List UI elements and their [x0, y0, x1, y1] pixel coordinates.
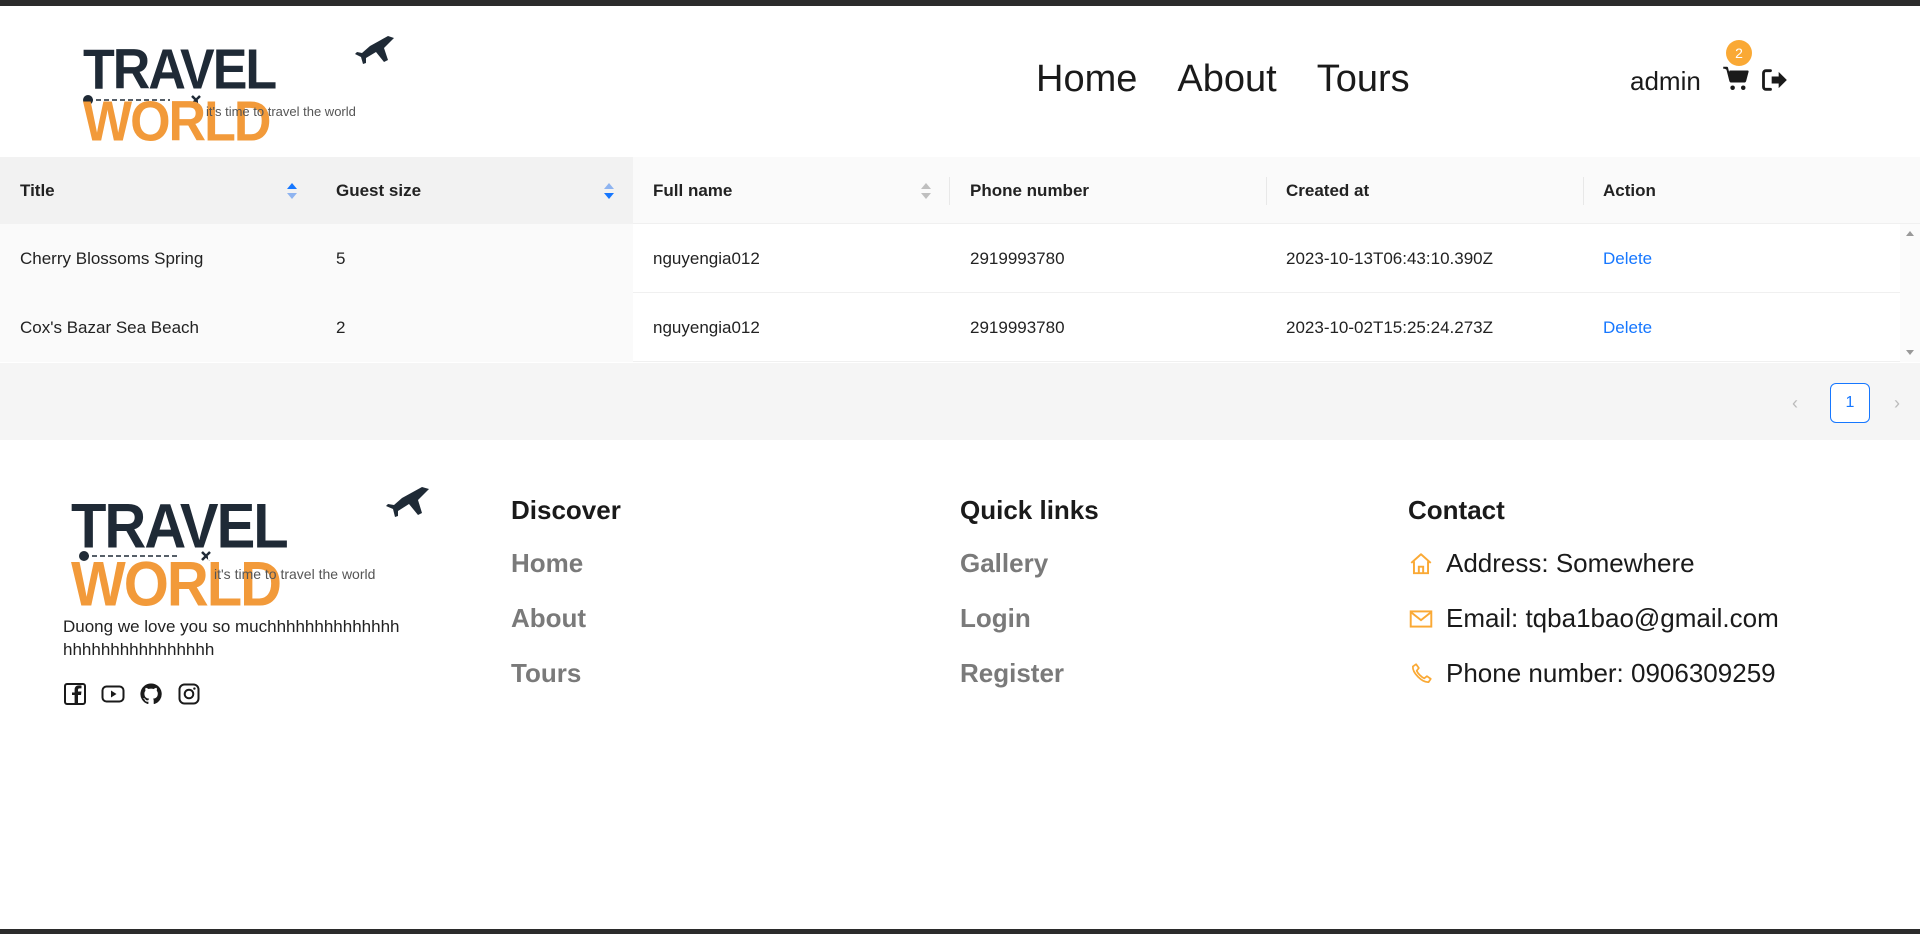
mail-icon	[1409, 609, 1433, 628]
cell-phone-number: 2919993780	[970, 248, 1065, 268]
nav-tours[interactable]: Tours	[1317, 58, 1410, 101]
contact-phone: Phone number: 0906309259	[1408, 658, 1779, 689]
site-header: TRAVELWORLD it's time to travel the worl…	[0, 6, 1920, 157]
footer-link-about[interactable]: About	[511, 603, 621, 634]
footer-link-gallery[interactable]: Gallery	[960, 548, 1099, 579]
footer-discover-title: Discover	[511, 495, 621, 525]
contact-address: Address: Somewhere	[1408, 548, 1779, 579]
cell-title: Cox's Bazar Sea Beach	[0, 293, 316, 362]
footer-link-login[interactable]: Login	[960, 603, 1099, 634]
contact-phone-text: Phone number: 0906309259	[1446, 658, 1776, 688]
footer-quick-links-section: Quick links Gallery Login Register	[960, 495, 1099, 713]
nav-home[interactable]: Home	[1036, 58, 1137, 101]
cart-icon[interactable]	[1722, 64, 1752, 94]
column-action-label: Action	[1603, 180, 1656, 200]
table-scrollbar[interactable]	[1900, 224, 1920, 362]
footer-link-tours[interactable]: Tours	[511, 658, 621, 689]
column-header-title[interactable]: Title	[0, 157, 316, 224]
cell-created-at: 2023-10-02T15:25:24.273Z	[1286, 317, 1493, 337]
footer-link-register[interactable]: Register	[960, 658, 1099, 689]
cell-guest-size: 2	[316, 293, 633, 362]
column-header-created-at: Created at	[1266, 157, 1583, 224]
scroll-arrows-icon	[1906, 231, 1914, 355]
logo-tagline: it's time to travel the world	[214, 566, 376, 582]
bookings-table: Title Guest size Full name Phone number …	[0, 157, 1920, 440]
cell-action: Delete	[1583, 293, 1900, 362]
cell-title: Cherry Blossoms Spring	[0, 224, 316, 293]
sort-icon[interactable]	[920, 181, 932, 201]
youtube-icon[interactable]	[101, 682, 125, 706]
pagination-page-1[interactable]: 1	[1830, 383, 1870, 423]
column-phone-label: Phone number	[970, 180, 1090, 200]
pagination-prev-button[interactable]: ‹	[1792, 393, 1798, 414]
instagram-icon[interactable]	[177, 682, 201, 706]
nav-about[interactable]: About	[1177, 58, 1276, 101]
pagination-next-button[interactable]: ›	[1894, 393, 1900, 414]
username-label[interactable]: admin	[1630, 66, 1701, 97]
cell-full-name: nguyengia012	[653, 317, 760, 337]
footer-link-home[interactable]: Home	[511, 548, 621, 579]
phone-icon	[1412, 662, 1432, 683]
delete-button[interactable]: Delete	[1603, 318, 1652, 338]
window-bottom-border	[0, 929, 1920, 934]
column-header-phone-number: Phone number	[950, 157, 1266, 224]
column-header-action: Action	[1583, 157, 1900, 224]
footer-logo[interactable]: TRAVELWORLD it's time to travel the worl…	[68, 478, 438, 616]
column-guest-size-label: Guest size	[336, 180, 422, 200]
cell-created-at: 2023-10-13T06:43:10.390Z	[1286, 248, 1493, 268]
cell-guest-size: 5	[316, 224, 633, 293]
logo-wordmark: TRAVELWORLD	[83, 38, 277, 154]
contact-email-text[interactable]: Email: tqba1bao@gmail.com	[1446, 603, 1779, 634]
logout-icon[interactable]	[1760, 66, 1788, 94]
table-row: Cherry Blossoms Spring 5 nguyengia012 29…	[0, 224, 1920, 293]
column-header-full-name[interactable]: Full name	[633, 157, 950, 224]
facebook-icon[interactable]	[63, 682, 87, 706]
main-nav: Home About Tours	[1036, 58, 1410, 101]
header-logo[interactable]: TRAVELWORLD it's time to travel the worl…	[80, 28, 400, 150]
footer-description: Duong we love you so muchhhhhhhhhhhhhhhh…	[63, 617, 400, 659]
cell-action: Delete	[1583, 224, 1900, 293]
table-header: Title Guest size Full name Phone number …	[0, 157, 1920, 224]
cell-full-name: nguyengia012	[653, 248, 760, 268]
site-footer: TRAVELWORLD it's time to travel the worl…	[0, 440, 1920, 929]
column-title-label: Title	[20, 180, 55, 200]
footer-contact-section: Contact Address: Somewhere Email: tqba1b…	[1408, 495, 1779, 713]
logo-tagline: it's time to travel the world	[206, 104, 356, 119]
pagination-bar: ‹ 1 ›	[0, 363, 1920, 440]
delete-button[interactable]: Delete	[1603, 249, 1652, 269]
cell-phone-number: 2919993780	[970, 317, 1065, 337]
contact-email: Email: tqba1bao@gmail.com	[1408, 603, 1779, 634]
logo-wordmark: TRAVELWORLD	[71, 491, 289, 620]
column-header-guest-size[interactable]: Guest size	[316, 157, 633, 224]
sort-icon[interactable]	[286, 181, 298, 201]
cart-count-badge: 2	[1726, 40, 1752, 66]
contact-address-text: Address: Somewhere	[1446, 548, 1695, 578]
footer-discover-section: Discover Home About Tours	[511, 495, 621, 713]
home-icon	[1410, 552, 1432, 574]
column-full-name-label: Full name	[653, 180, 733, 200]
footer-contact-title: Contact	[1408, 495, 1505, 525]
sort-icon[interactable]	[603, 181, 615, 201]
column-created-at-label: Created at	[1286, 180, 1370, 200]
github-icon[interactable]	[139, 682, 163, 706]
table-row: Cox's Bazar Sea Beach 2 nguyengia012 291…	[0, 293, 1920, 362]
social-links	[63, 682, 201, 706]
footer-quick-links-title: Quick links	[960, 495, 1099, 525]
